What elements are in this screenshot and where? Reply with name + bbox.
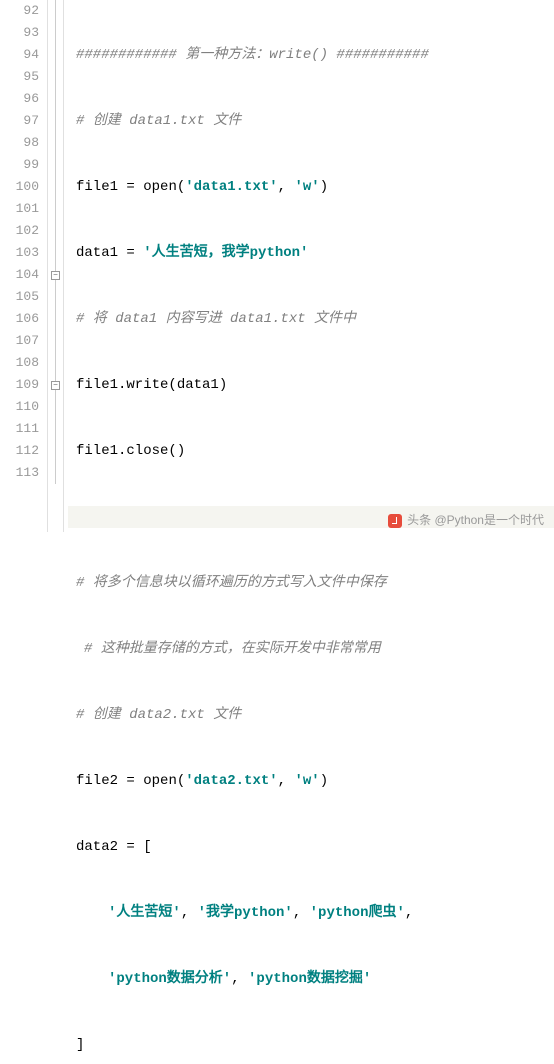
line-number: 106 bbox=[0, 308, 39, 330]
line-number: 113 bbox=[0, 462, 39, 484]
code-line: data1 = '人生苦短，我学python' bbox=[68, 242, 554, 264]
line-number: 102 bbox=[0, 220, 39, 242]
line-number: 109 bbox=[0, 374, 39, 396]
code-line: # 创建 data2.txt 文件 bbox=[68, 704, 554, 726]
fold-toggle[interactable]: − bbox=[48, 264, 63, 286]
code-line: # 将多个信息块以循环遍历的方式写入文件中保存 bbox=[68, 572, 554, 594]
line-number: 96 bbox=[0, 88, 39, 110]
code-line: file1.close() bbox=[68, 440, 554, 462]
code-line: # 这种批量存储的方式，在实际开发中非常常用 bbox=[68, 638, 554, 660]
line-number: 112 bbox=[0, 440, 39, 462]
fold-toggle[interactable]: − bbox=[48, 374, 63, 396]
line-number: 93 bbox=[0, 22, 39, 44]
line-number: 95 bbox=[0, 66, 39, 88]
line-number: 104 bbox=[0, 264, 39, 286]
line-number: 105 bbox=[0, 286, 39, 308]
code-line: file2 = open('data2.txt', 'w') bbox=[68, 770, 554, 792]
code-line: 'python数据分析', 'python数据挖掘' bbox=[68, 968, 554, 990]
code-line: data2 = [ bbox=[68, 836, 554, 858]
line-number: 97 bbox=[0, 110, 39, 132]
line-number: 101 bbox=[0, 198, 39, 220]
line-number: 99 bbox=[0, 154, 39, 176]
code-area[interactable]: ############ 第一种方法：write() ########### #… bbox=[64, 0, 554, 532]
code-line: '人生苦短', '我学python', 'python爬虫', bbox=[68, 902, 554, 924]
line-number: 98 bbox=[0, 132, 39, 154]
code-line: ] bbox=[68, 1034, 554, 1056]
line-number: 103 bbox=[0, 242, 39, 264]
line-number: 92 bbox=[0, 0, 39, 22]
watermark-text: 头条 @Python是一个时代 bbox=[407, 513, 544, 527]
line-number: 94 bbox=[0, 44, 39, 66]
code-line: # 将 data1 内容写进 data1.txt 文件中 bbox=[68, 308, 554, 330]
code-line: file1.write(data1) bbox=[68, 374, 554, 396]
fold-gutter: − − bbox=[48, 0, 64, 532]
line-number: 108 bbox=[0, 352, 39, 374]
line-number: 110 bbox=[0, 396, 39, 418]
code-line: ############ 第一种方法：write() ########### bbox=[68, 44, 554, 66]
line-number: 107 bbox=[0, 330, 39, 352]
line-gutter: 92 93 94 95 96 97 98 99 100 101 102 103 … bbox=[0, 0, 48, 532]
code-line: file1 = open('data1.txt', 'w') bbox=[68, 176, 554, 198]
line-number: 111 bbox=[0, 418, 39, 440]
toutiao-icon bbox=[388, 514, 402, 528]
code-editor: 92 93 94 95 96 97 98 99 100 101 102 103 … bbox=[0, 0, 554, 532]
watermark: 头条 @Python是一个时代 bbox=[388, 511, 544, 528]
line-number: 100 bbox=[0, 176, 39, 198]
code-line: # 创建 data1.txt 文件 bbox=[68, 110, 554, 132]
